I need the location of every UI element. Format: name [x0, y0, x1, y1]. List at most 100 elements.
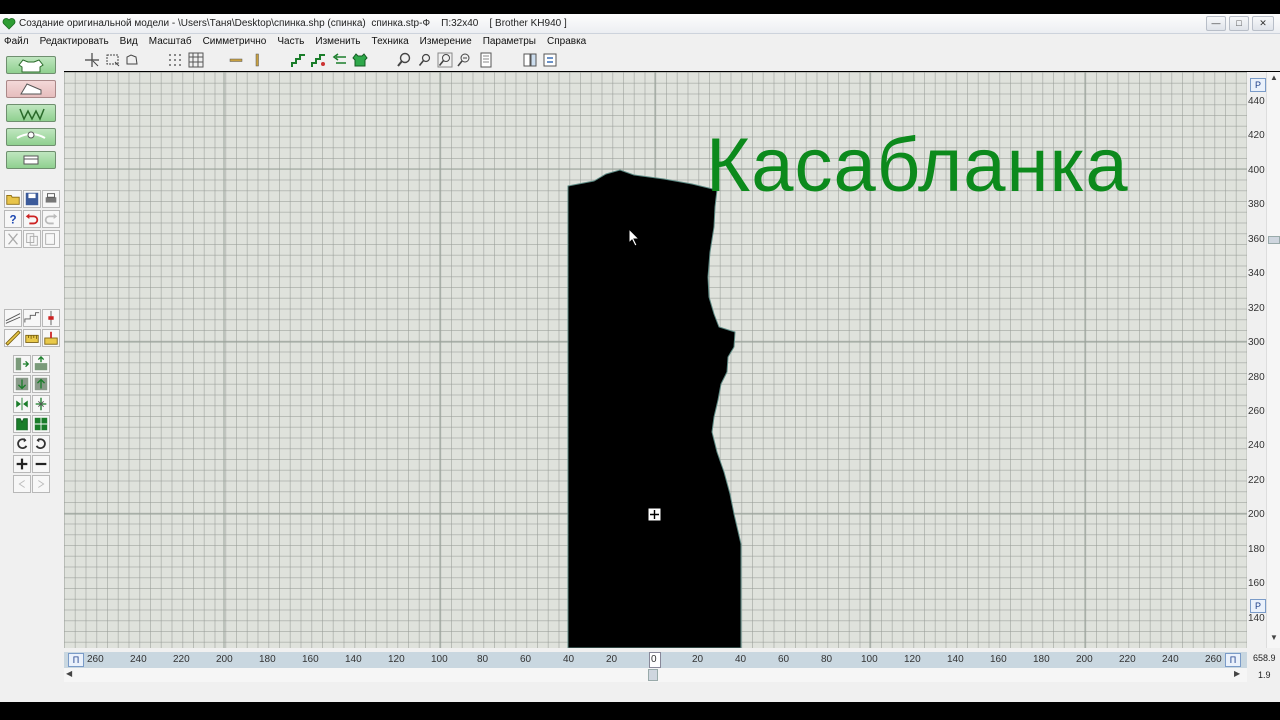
menu-scale[interactable]: Масштаб — [149, 36, 192, 47]
menu-modify[interactable]: Изменить — [315, 36, 360, 47]
dot-grid-icon[interactable] — [167, 52, 183, 68]
hruler-label: 40 — [563, 654, 575, 665]
flip-h-icon[interactable] — [13, 355, 31, 373]
title-bar: Создание оригинальной модели - \Users\Та… — [0, 14, 1280, 34]
vruler-bottom-badge[interactable]: P — [1250, 599, 1266, 613]
rotate-left-icon[interactable] — [13, 435, 31, 453]
vruler-top-badge[interactable]: P — [1250, 78, 1266, 92]
redo-icon[interactable] — [42, 210, 60, 228]
shape-line-icon[interactable] — [4, 309, 22, 327]
cursor-cross-icon[interactable] — [84, 52, 100, 68]
scroll-left-arrow-icon[interactable]: ◀ — [66, 669, 72, 678]
hruler-label: 240 — [1162, 654, 1179, 665]
menu-bar: Файл Редактировать Вид Масштаб Симметрич… — [0, 34, 1280, 49]
arrow-left-icon[interactable] — [332, 52, 348, 68]
save-icon[interactable] — [23, 190, 41, 208]
marker-icon[interactable] — [42, 309, 60, 327]
move-handle-icon[interactable] — [647, 507, 662, 522]
help-icon[interactable]: ? — [4, 210, 22, 228]
vruler-label: 140 — [1248, 613, 1265, 624]
garment-icon[interactable] — [352, 52, 368, 68]
menu-edit[interactable]: Редактировать — [40, 36, 109, 47]
stairs-alt-icon[interactable] — [311, 52, 327, 68]
pocket-mode-button[interactable] — [6, 151, 56, 169]
hruler-label: 60 — [778, 654, 790, 665]
menu-symmetry[interactable]: Симметрично — [203, 36, 267, 47]
shape-grid-icon[interactable] — [32, 415, 50, 433]
vruler-label: 220 — [1248, 475, 1265, 486]
prev-icon[interactable] — [13, 475, 31, 493]
vruler-label: 300 — [1248, 337, 1265, 348]
copy-icon[interactable] — [23, 230, 41, 248]
select-rect-icon[interactable] — [105, 52, 121, 68]
vertical-scroll-thumb[interactable] — [1268, 236, 1280, 244]
stairs-icon[interactable] — [291, 52, 307, 68]
zoom-icon[interactable] — [396, 52, 412, 68]
vruler-label: 240 — [1248, 440, 1265, 451]
hruler-left-badge[interactable]: П — [68, 653, 84, 667]
grid-icon[interactable] — [188, 52, 204, 68]
flip-v-icon[interactable] — [32, 355, 50, 373]
scroll-down-arrow-icon[interactable]: ▼ — [1268, 633, 1280, 645]
svg-text:?: ? — [9, 214, 16, 226]
menu-technique[interactable]: Техника — [372, 36, 409, 47]
menu-view[interactable]: Вид — [120, 36, 138, 47]
vruler-label: 320 — [1248, 303, 1265, 314]
zoom-fit-icon[interactable] — [437, 52, 453, 68]
zoom-out-icon[interactable] — [417, 52, 433, 68]
ruler-icon[interactable] — [4, 329, 22, 347]
vertical-line-icon[interactable] — [249, 52, 265, 68]
menu-file[interactable]: Файл — [4, 36, 29, 47]
next-icon[interactable] — [32, 475, 50, 493]
lasso-icon[interactable] — [124, 52, 140, 68]
add-icon[interactable] — [13, 455, 31, 473]
curve-icon[interactable] — [23, 309, 41, 327]
open-icon[interactable] — [4, 190, 22, 208]
multiply-icon[interactable] — [32, 395, 50, 413]
menu-params[interactable]: Параметры — [483, 36, 536, 47]
scroll-up-arrow-icon[interactable]: ▲ — [1268, 73, 1280, 85]
zoom-window-icon[interactable] — [478, 52, 494, 68]
measure-icon[interactable] — [23, 329, 41, 347]
print-icon[interactable] — [42, 190, 60, 208]
horizontal-scrollbar[interactable]: ◀ ▶ — [64, 668, 1247, 682]
menu-part[interactable]: Часть — [277, 36, 304, 47]
garment-back-shape[interactable] — [567, 169, 742, 648]
front-back-mode-button[interactable] — [6, 104, 56, 122]
remove-icon[interactable] — [32, 455, 50, 473]
hruler-right-badge[interactable]: П — [1225, 653, 1241, 667]
collar-mode-button[interactable] — [6, 128, 56, 146]
zoom-page-icon[interactable] — [456, 52, 472, 68]
rotate-right-icon[interactable] — [32, 435, 50, 453]
scale-icon[interactable] — [42, 329, 60, 347]
move-up-icon[interactable] — [32, 375, 50, 393]
minimize-button[interactable]: — — [1206, 16, 1226, 31]
undo-icon[interactable] — [23, 210, 41, 228]
hruler-label: 200 — [1076, 654, 1093, 665]
mirror-icon[interactable] — [13, 395, 31, 413]
horizontal-scroll-thumb[interactable] — [648, 669, 658, 681]
menu-help[interactable]: Справка — [547, 36, 586, 47]
hruler-label: 100 — [431, 654, 448, 665]
drawing-canvas[interactable]: Касабланка — [64, 72, 1247, 648]
vruler-label: 380 — [1248, 199, 1265, 210]
vruler-label: 400 — [1248, 165, 1265, 176]
page-right-icon[interactable] — [542, 52, 558, 68]
hruler-label: 60 — [520, 654, 532, 665]
vertical-scrollbar[interactable]: ▲ ▼ — [1266, 72, 1280, 648]
hruler-label: 180 — [1033, 654, 1050, 665]
x-readout: 658.9 — [1253, 653, 1276, 663]
move-down-icon[interactable] — [13, 375, 31, 393]
maximize-button[interactable]: □ — [1229, 16, 1249, 31]
cut-icon[interactable] — [4, 230, 22, 248]
sleeve-mode-button[interactable] — [6, 80, 56, 98]
paste-icon[interactable] — [42, 230, 60, 248]
close-button[interactable]: ✕ — [1252, 16, 1274, 31]
sweater-mode-button[interactable] — [6, 56, 56, 74]
menu-measure[interactable]: Измерение — [420, 36, 472, 47]
shape-left-icon[interactable] — [13, 415, 31, 433]
horizontal-line-icon[interactable] — [228, 52, 244, 68]
page-left-icon[interactable] — [522, 52, 538, 68]
scroll-right-arrow-icon[interactable]: ▶ — [1234, 669, 1240, 678]
hruler-label: 140 — [345, 654, 362, 665]
